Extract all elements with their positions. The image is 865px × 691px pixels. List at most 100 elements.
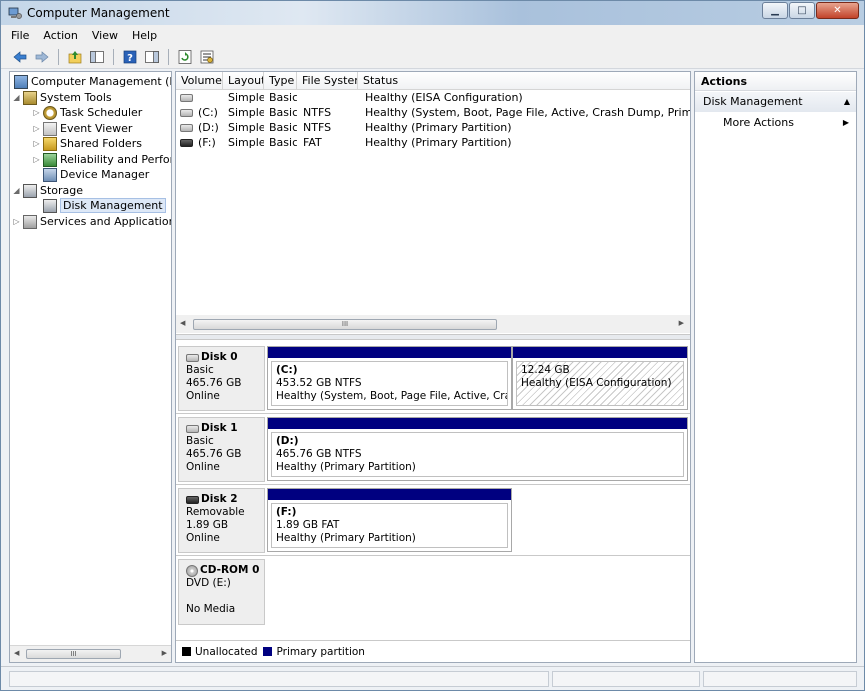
refresh-button[interactable] bbox=[176, 48, 194, 66]
expand-triangle-icon[interactable]: ▷ bbox=[12, 217, 21, 226]
primary-partition-bar bbox=[268, 347, 511, 358]
disk-row-cd-rom-0[interactable]: CD-ROM 0 DVD (E:) No Media bbox=[176, 557, 690, 627]
scroll-left-arrow-icon[interactable]: ◀ bbox=[180, 319, 185, 327]
properties-button[interactable] bbox=[198, 48, 216, 66]
disk-label[interactable]: Disk 2 Removable 1.89 GB Online bbox=[178, 488, 265, 553]
volume-type: Basic bbox=[269, 106, 297, 119]
volume-row[interactable]: (C:) Simple Basic NTFS Healthy (System, … bbox=[176, 105, 690, 120]
partition-name: (D:) bbox=[276, 435, 299, 447]
more-actions-item[interactable]: More Actions ▶ bbox=[695, 113, 856, 133]
partition-d[interactable]: (D:) 465.76 GB NTFS Healthy (Primary Par… bbox=[267, 417, 688, 481]
partition-size: 12.24 GB bbox=[521, 364, 570, 376]
volume-list-horizontal-scrollbar[interactable]: ◀ III ▶ bbox=[176, 315, 690, 333]
status-bar bbox=[1, 666, 864, 690]
collapse-triangle-icon[interactable]: ◢ bbox=[12, 186, 21, 195]
tree-item-services-and-applications[interactable]: ▷ Services and Applications bbox=[12, 214, 171, 229]
disk-row-disk-2[interactable]: Disk 2 Removable 1.89 GB Online (F:) 1.8… bbox=[176, 486, 690, 556]
tree-item-disk-management[interactable]: Disk Management bbox=[32, 198, 166, 213]
toolbar-separator bbox=[58, 48, 59, 65]
column-header-status[interactable]: Status bbox=[358, 72, 690, 90]
partition-size: 453.52 GB NTFS bbox=[276, 377, 362, 389]
computer-management-icon bbox=[14, 74, 28, 89]
tree-item-label: System Tools bbox=[40, 91, 112, 104]
tree-horizontal-scrollbar[interactable]: ◀ III ▶ bbox=[10, 645, 171, 662]
tree-item-label: Storage bbox=[40, 184, 84, 197]
menu-view[interactable]: View bbox=[92, 29, 118, 42]
actions-pane: Actions Disk Management ▲ More Actions ▶ bbox=[694, 71, 857, 663]
forward-arrow-icon bbox=[35, 50, 49, 63]
volume-row[interactable]: (F:) Simple Basic FAT Healthy (Primary P… bbox=[176, 135, 690, 150]
close-icon: ✕ bbox=[833, 5, 842, 16]
disk-label[interactable]: CD-ROM 0 DVD (E:) No Media bbox=[178, 559, 265, 625]
disk-name: Disk 2 bbox=[201, 493, 238, 505]
volume-row[interactable]: Simple Basic Healthy (EISA Configuration… bbox=[176, 90, 690, 105]
volume-file-system: FAT bbox=[303, 136, 322, 149]
tree-item-storage[interactable]: ◢ Storage bbox=[12, 183, 83, 198]
legend-unallocated: Unallocated bbox=[182, 646, 257, 658]
expand-triangle-icon[interactable]: ▷ bbox=[32, 124, 41, 133]
volume-name: (F:) bbox=[198, 136, 216, 149]
menu-action[interactable]: Action bbox=[43, 29, 77, 42]
up-folder-icon bbox=[68, 50, 82, 63]
tree-item-label: Shared Folders bbox=[60, 137, 142, 150]
disk-row-disk-1[interactable]: Disk 1 Basic 465.76 GB Online (D:) 465.7… bbox=[176, 415, 690, 485]
scroll-right-arrow-icon[interactable]: ▶ bbox=[679, 319, 684, 327]
shared-folder-icon bbox=[43, 136, 57, 151]
column-header-file-system[interactable]: File System bbox=[297, 72, 358, 90]
expand-triangle-icon[interactable]: ▷ bbox=[32, 139, 41, 148]
actions-section-disk-management[interactable]: Disk Management ▲ bbox=[695, 92, 856, 112]
collapse-triangle-icon[interactable]: ◢ bbox=[12, 93, 21, 102]
up-one-level-button[interactable] bbox=[66, 48, 84, 66]
submenu-arrow-icon: ▶ bbox=[842, 118, 849, 127]
volume-name: (D:) bbox=[198, 121, 219, 134]
event-viewer-icon bbox=[43, 121, 57, 136]
column-header-type[interactable]: Type bbox=[264, 72, 297, 90]
performance-icon bbox=[43, 152, 57, 167]
column-header-volume[interactable]: Volume bbox=[176, 72, 223, 90]
volume-status: Healthy (EISA Configuration) bbox=[365, 91, 523, 104]
partition-f[interactable]: (F:) 1.89 GB FAT Healthy (Primary Partit… bbox=[267, 488, 512, 552]
computer-management-window: Computer Management ▁ □ ✕ File Action Vi… bbox=[0, 0, 865, 691]
tree-item-task-scheduler[interactable]: ▷ Task Scheduler bbox=[32, 105, 142, 120]
close-button[interactable]: ✕ bbox=[816, 2, 859, 19]
tree-item-shared-folders[interactable]: ▷ Shared Folders bbox=[32, 136, 142, 151]
device-manager-icon bbox=[43, 167, 57, 182]
tree-item-computer-management[interactable]: Computer Management (Local bbox=[12, 74, 171, 89]
show-hide-console-tree-button[interactable] bbox=[88, 48, 106, 66]
collapse-caret-icon[interactable]: ▲ bbox=[844, 92, 850, 112]
volume-row[interactable]: (D:) Simple Basic NTFS Healthy (Primary … bbox=[176, 120, 690, 135]
expand-triangle-icon[interactable]: ▷ bbox=[32, 155, 41, 164]
menu-file[interactable]: File bbox=[11, 29, 29, 42]
tree-item-event-viewer[interactable]: ▷ Event Viewer bbox=[32, 121, 132, 136]
partition-eisa[interactable]: 12.24 GB Healthy (EISA Configuration) bbox=[512, 346, 688, 410]
status-bar-panel bbox=[703, 671, 857, 687]
volume-status: Healthy (Primary Partition) bbox=[365, 136, 512, 149]
volume-type: Basic bbox=[269, 121, 297, 134]
disk-kind: Basic bbox=[186, 364, 214, 376]
toolbar-separator bbox=[168, 48, 169, 65]
actions-title: Actions bbox=[695, 72, 856, 91]
scroll-left-arrow-icon[interactable]: ◀ bbox=[14, 649, 19, 657]
disk-label[interactable]: Disk 1 Basic 465.76 GB Online bbox=[178, 417, 265, 482]
tree-item-system-tools[interactable]: ◢ System Tools bbox=[12, 90, 112, 105]
help-button[interactable]: ? bbox=[121, 48, 139, 66]
minimize-button[interactable]: ▁ bbox=[762, 2, 788, 19]
disk-label[interactable]: Disk 0 Basic 465.76 GB Online bbox=[178, 346, 265, 411]
disk-state: Online bbox=[186, 532, 220, 544]
maximize-button[interactable]: □ bbox=[789, 2, 815, 19]
primary-partition-bar bbox=[268, 418, 687, 429]
scrollbar-thumb[interactable]: III bbox=[193, 319, 497, 330]
back-button[interactable] bbox=[11, 48, 29, 66]
expand-triangle-icon[interactable]: ▷ bbox=[32, 108, 41, 117]
tree-item-reliability[interactable]: ▷ Reliability and Performa bbox=[32, 152, 171, 167]
column-header-layout[interactable]: Layout bbox=[223, 72, 264, 90]
disk-row-disk-0[interactable]: Disk 0 Basic 465.76 GB Online (C:) 453.5… bbox=[176, 344, 690, 414]
tools-icon bbox=[23, 90, 37, 105]
menu-help[interactable]: Help bbox=[132, 29, 157, 42]
forward-button[interactable] bbox=[33, 48, 51, 66]
show-hide-action-pane-button[interactable] bbox=[143, 48, 161, 66]
scrollbar-thumb[interactable]: III bbox=[26, 649, 121, 659]
scroll-right-arrow-icon[interactable]: ▶ bbox=[162, 649, 167, 657]
partition-c[interactable]: (C:) 453.52 GB NTFS Healthy (System, Boo… bbox=[267, 346, 512, 410]
tree-item-device-manager[interactable]: Device Manager bbox=[32, 167, 149, 182]
